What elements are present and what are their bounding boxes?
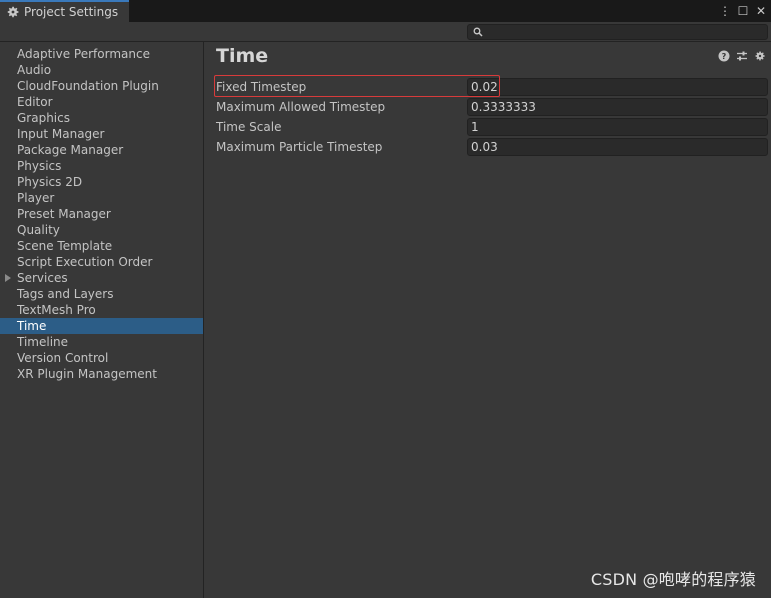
search-input[interactable] xyxy=(486,25,764,39)
sidebar-item-preset-manager[interactable]: Preset Manager xyxy=(0,206,203,222)
page-title: Time xyxy=(216,45,269,67)
more-options-icon[interactable]: ⋮ xyxy=(719,5,731,17)
sidebar-item-label: CloudFoundation Plugin xyxy=(17,79,159,93)
presets-icon[interactable] xyxy=(736,50,748,62)
property-row-maximum-allowed-timestep: Maximum Allowed Timestep xyxy=(216,98,768,116)
help-icon[interactable]: ? xyxy=(718,50,730,62)
sidebar-item-editor[interactable]: Editor xyxy=(0,94,203,110)
sidebar-item-input-manager[interactable]: Input Manager xyxy=(0,126,203,142)
sidebar-item-label: Input Manager xyxy=(17,127,105,141)
window-controls: ⋮ ☐ ✕ xyxy=(719,0,767,22)
sidebar-item-physics-2d[interactable]: Physics 2D xyxy=(0,174,203,190)
settings-toolbar xyxy=(0,22,771,42)
watermark-text: CSDN @咆哮的程序猿 xyxy=(590,570,756,589)
sidebar-item-package-manager[interactable]: Package Manager xyxy=(0,142,203,158)
property-label: Fixed Timestep xyxy=(216,80,307,94)
property-row-maximum-particle-timestep: Maximum Particle Timestep xyxy=(216,138,768,156)
close-icon[interactable]: ✕ xyxy=(755,5,767,17)
sidebar-item-label: Time xyxy=(17,319,47,333)
tab-title: Project Settings xyxy=(24,5,119,19)
search-box[interactable] xyxy=(467,24,768,40)
expand-arrow-icon[interactable] xyxy=(5,274,11,282)
sidebar-item-tags-and-layers[interactable]: Tags and Layers xyxy=(0,286,203,302)
sidebar-item-label: Timeline xyxy=(17,335,69,349)
maximum-particle-timestep-field[interactable] xyxy=(467,138,768,156)
sidebar-item-label: Quality xyxy=(17,223,60,237)
sidebar-item-time[interactable]: Time xyxy=(0,318,203,334)
sidebar-item-quality[interactable]: Quality xyxy=(0,222,203,238)
property-label: Time Scale xyxy=(216,120,282,134)
maximize-icon[interactable]: ☐ xyxy=(737,5,749,17)
sidebar-item-textmesh-pro[interactable]: TextMesh Pro xyxy=(0,302,203,318)
sidebar-item-label: Editor xyxy=(17,95,53,109)
sidebar-item-player[interactable]: Player xyxy=(0,190,203,206)
sidebar-item-cloudfoundation-plugin[interactable]: CloudFoundation Plugin xyxy=(0,78,203,94)
sidebar-item-label: Graphics xyxy=(17,111,70,125)
sidebar-item-label: Audio xyxy=(17,63,52,77)
sidebar-item-version-control[interactable]: Version Control xyxy=(0,350,203,366)
sidebar-item-label: Services xyxy=(17,271,68,285)
sidebar-item-label: TextMesh Pro xyxy=(17,303,96,317)
sidebar-item-label: Physics xyxy=(17,159,62,173)
time-scale-field[interactable] xyxy=(467,118,768,136)
sidebar-item-label: Package Manager xyxy=(17,143,124,157)
settings-main-panel: Time ? Fixed Timestep Maximum Allowed Tim… xyxy=(205,42,771,598)
property-label: Maximum Allowed Timestep xyxy=(216,100,386,114)
sidebar-item-audio[interactable]: Audio xyxy=(0,62,203,78)
property-row-time-scale: Time Scale xyxy=(216,118,768,136)
sidebar-item-label: Script Execution Order xyxy=(17,255,153,269)
sidebar-item-timeline[interactable]: Timeline xyxy=(0,334,203,350)
sidebar-item-services[interactable]: Services xyxy=(0,270,203,286)
sidebar-item-label: Preset Manager xyxy=(17,207,111,221)
gear-icon xyxy=(7,6,19,18)
sidebar-item-label: Physics 2D xyxy=(17,175,83,189)
sidebar-item-scene-template[interactable]: Scene Template xyxy=(0,238,203,254)
property-row-fixed-timestep: Fixed Timestep xyxy=(216,78,768,96)
sidebar-item-label: Adaptive Performance xyxy=(17,47,150,61)
sidebar-item-adaptive-performance[interactable]: Adaptive Performance xyxy=(0,46,203,62)
sidebar-item-graphics[interactable]: Graphics xyxy=(0,110,203,126)
tab-project-settings[interactable]: Project Settings xyxy=(0,0,129,22)
window-titlebar: Project Settings ⋮ ☐ ✕ xyxy=(0,0,771,22)
search-icon xyxy=(473,27,483,37)
settings-gear-icon[interactable] xyxy=(754,50,766,62)
svg-text:?: ? xyxy=(722,52,727,61)
sidebar-item-xr-plugin-management[interactable]: XR Plugin Management xyxy=(0,366,203,382)
sidebar-item-label: Scene Template xyxy=(17,239,113,253)
title-icons: ? xyxy=(718,50,766,62)
sidebar-item-label: Tags and Layers xyxy=(17,287,114,301)
settings-sidebar: Adaptive Performance Audio CloudFoundation… xyxy=(0,42,204,598)
fixed-timestep-field[interactable] xyxy=(467,78,768,96)
sidebar-item-label: XR Plugin Management xyxy=(17,367,157,381)
sidebar-item-script-execution-order[interactable]: Script Execution Order xyxy=(0,254,203,270)
property-label: Maximum Particle Timestep xyxy=(216,140,383,154)
maximum-allowed-timestep-field[interactable] xyxy=(467,98,768,116)
sidebar-item-physics[interactable]: Physics xyxy=(0,158,203,174)
sidebar-item-label: Version Control xyxy=(17,351,109,365)
sidebar-item-label: Player xyxy=(17,191,55,205)
